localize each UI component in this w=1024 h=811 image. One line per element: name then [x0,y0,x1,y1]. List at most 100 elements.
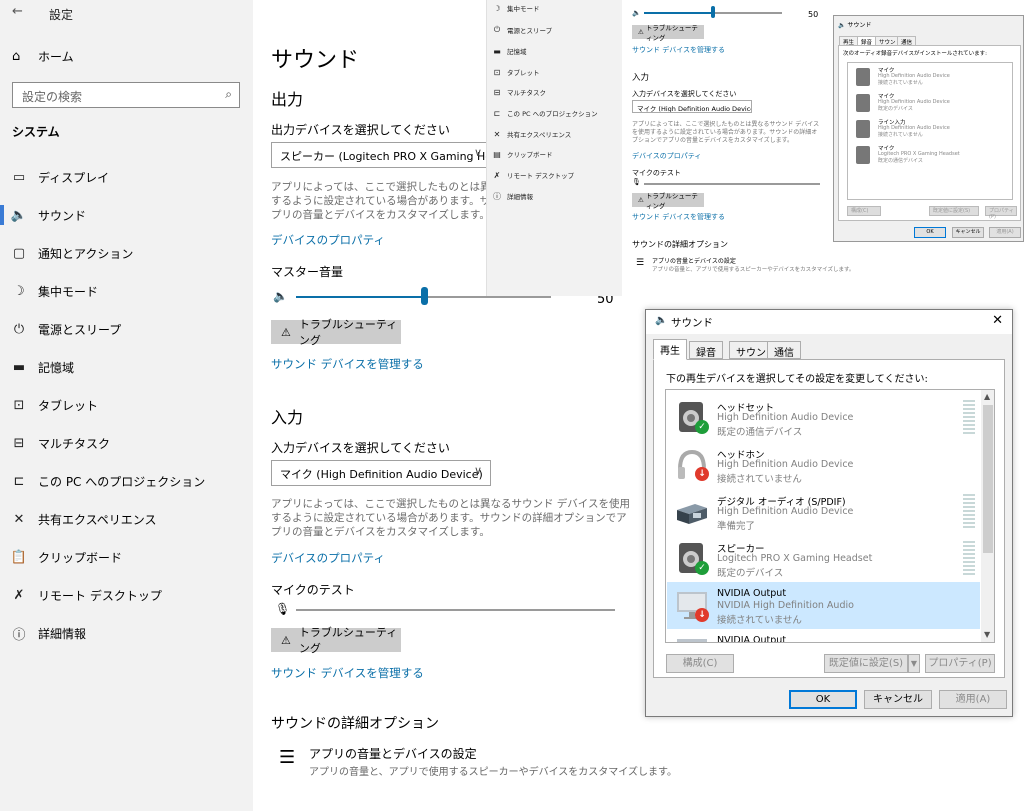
small-configure-button[interactable]: 構成(C) [847,206,881,216]
sidebar-item-projection[interactable]: ⊏ この PC へのプロジェクション [0,464,253,498]
sidebar-item-focus[interactable]: ☽ 集中モード [0,274,253,308]
input-device-select[interactable]: マイク (High Definition Audio Device) ∨ [271,460,491,486]
device-list-scrollbar[interactable]: ▲ ▼ [981,390,994,642]
sidebar-item-clipboard[interactable]: 📋 クリップボード [0,540,253,574]
scroll-down-icon[interactable]: ▼ [984,630,990,639]
dialog-body: 下の再生デバイスを選択してその設定を変更してください: ✓ ヘッドセット Hig… [653,359,1005,678]
level-meter [963,541,975,575]
configure-button[interactable]: 構成(C) [666,654,734,673]
small-device-row[interactable]: マイク Logitech PRO X Gaming Headset 既定の通信デ… [850,143,1010,169]
overlay-volume-fill [644,12,713,14]
set-default-button[interactable]: 既定値に設定(S) [824,654,908,673]
settings-sidebar: ← 設定 ⌂ ホーム 設定の検索 ⌕ システム ▭ ディスプレイ 🔈 サウンド … [0,0,253,811]
overlay-sidebar-item[interactable]: ⊡ タブレット [487,62,623,82]
overlay-volume-thumb[interactable] [711,6,715,18]
status-badge-check: ✓ [695,420,709,434]
overlay-device-properties-link[interactable]: デバイスのプロパティ [632,151,701,161]
microphone-icon [856,146,870,164]
small-device-row[interactable]: ライン入力 High Definition Audio Device 接続されて… [850,117,1010,143]
sidebar-item-label: 集中モード [38,284,99,299]
properties-button[interactable]: プロパティ(P) [925,654,995,673]
overlay-sidebar-item[interactable]: ✕ 共有エクスペリエンス [487,124,623,144]
small-cancel-button[interactable]: キャンセル [952,227,984,238]
output-device-select[interactable]: スピーカー (Logitech PRO X Gaming He... ∨ [271,142,491,168]
small-device-status: 既定の通信デバイス [878,158,923,164]
output-troubleshoot-button[interactable]: ⚠ トラブルシューティング [271,318,401,347]
small-device-row[interactable]: マイク High Definition Audio Device 既定のデバイス [850,91,1010,117]
sidebar-item-remote-desktop[interactable]: ✗ リモート デスクトップ [0,578,253,612]
ok-button[interactable]: OK [789,690,857,709]
volume-thumb[interactable] [421,287,428,305]
input-troubleshoot-button[interactable]: ⚠ トラブルシューティング [271,626,401,655]
overlay-sidebar-item[interactable]: ⊏ この PC へのプロジェクション [487,103,623,123]
small-apply-button[interactable]: 適用(A) [989,227,1021,238]
overlay-manage-link[interactable]: サウンド デバイスを管理する [632,45,725,55]
volume-fill [296,296,424,298]
small-properties-button[interactable]: プロパティ(P) [985,206,1017,220]
device-row-nvidia-output[interactable]: ↓ NVIDIA Output NVIDIA High Definition A… [667,582,980,629]
overlay-sidebar-item[interactable]: ⊟ マルチタスク [487,82,623,102]
search-icon[interactable]: ⌕ [225,87,232,102]
dialog-title-bar[interactable]: 🔈 サウンド ✕ [646,310,1012,334]
cancel-button[interactable]: キャンセル [864,690,932,709]
small-dialog-instruction: 次のオーディオ録音デバイスがインストールされています: [843,51,988,57]
sidebar-item-about[interactable]: ⓘ 詳細情報 [0,616,253,650]
set-default-dropdown-icon[interactable]: ▼ [908,654,920,673]
small-device-row[interactable]: マイク High Definition Audio Device 接続されていま… [850,65,1010,91]
device-status: 準備完了 [717,521,756,532]
sidebar-item-display[interactable]: ▭ ディスプレイ [0,160,253,194]
overlay-sidebar-label: 電源とスリープ [507,27,553,35]
tab-communications[interactable]: 通信 [767,341,801,359]
sidebar-item-shared-experiences[interactable]: ✕ 共有エクスペリエンス [0,502,253,536]
overlay-troubleshoot-button[interactable]: ⚠ トラブルシューティング [632,24,704,42]
overlay-sidebar-item[interactable]: ▬ 記憶域 [487,41,623,61]
overlay-advanced-heading: サウンドの詳細オプション [632,240,728,249]
scroll-up-icon[interactable]: ▲ [984,392,990,401]
device-row-speaker[interactable]: ✓ スピーカー Logitech PRO X Gaming Headset 既定… [667,535,980,582]
manage-sound-devices-link-2[interactable]: サウンド デバイスを管理する [271,665,424,681]
back-arrow-icon[interactable]: ← [12,4,23,19]
overlay-sidebar-item[interactable]: ▤ クリップボード [487,144,623,164]
sidebar-item-tablet[interactable]: ⊡ タブレット [0,388,253,422]
device-row-headphones[interactable]: ↓ ヘッドホン High Definition Audio Device 接続さ… [667,441,980,488]
output-device-properties-link[interactable]: デバイスのプロパティ [271,232,385,248]
sound-icon: 🔈 [10,207,28,223]
tab-recording[interactable]: 録音 [689,341,723,359]
search-input[interactable]: 設定の検索 ⌕ [12,82,240,108]
small-set-default-button[interactable]: 既定値に設定(S) [929,206,979,216]
overlay-input-device-select[interactable]: マイク (High Definition Audio Device) [632,100,752,113]
device-row-headset[interactable]: ✓ ヘッドセット High Definition Audio Device 既定… [667,394,980,441]
sidebar-item-multitask[interactable]: ⊟ マルチタスク [0,426,253,460]
sidebar-item-storage[interactable]: ▬ 記憶域 [0,350,253,384]
overlay-sidebar-item[interactable]: ✗ リモート デスクトップ [487,165,623,185]
manage-sound-devices-link[interactable]: サウンド デバイスを管理する [271,356,424,372]
overlay-input-device-value: マイク (High Definition Audio Device) [637,105,752,113]
overlay-sidebar-item[interactable]: ☽ 集中モード [487,0,623,18]
advanced-item-title: アプリの音量とデバイスの設定 [309,747,477,761]
tab-playback[interactable]: 再生 [653,339,687,360]
device-row-digital-audio[interactable]: デジタル オーディオ (S/PDIF) High Definition Audi… [667,488,980,535]
close-icon[interactable]: ✕ [992,313,1003,328]
overlay-volume-value: 50 [808,10,819,19]
remote-desktop-icon: ✗ [493,170,501,180]
small-device-list[interactable]: マイク High Definition Audio Device 接続されていま… [847,62,1013,200]
sidebar-item-home[interactable]: ⌂ ホーム [12,48,74,65]
overlay-advanced-item-title[interactable]: アプリの音量とデバイスの設定 [652,256,736,265]
troubleshoot-label: トラブルシューティング [298,318,398,347]
overlay-sidebar-item[interactable]: ⓘ 詳細情報 [487,186,623,206]
sidebar-item-notifications[interactable]: ▢ 通知とアクション [0,236,253,270]
scroll-thumb[interactable] [983,405,993,553]
device-row-nvidia-output-2[interactable]: NVIDIA Output [667,629,980,642]
overlay-troubleshoot-button-2[interactable]: ⚠ トラブルシューティング [632,192,704,210]
input-device-properties-link[interactable]: デバイスのプロパティ [271,550,385,566]
speaker-icon: 🔈 [655,315,668,326]
apply-button[interactable]: 適用(A) [939,690,1007,709]
overlay-sidebar-item[interactable]: ⏻ 電源とスリープ [487,20,623,40]
output-select-label: 出力デバイスを選択してください [271,123,450,137]
sidebar-item-sound[interactable]: 🔈 サウンド [0,198,253,232]
overlay-manage-link-2[interactable]: サウンド デバイスを管理する [632,212,725,222]
sidebar-item-power[interactable]: ⏻ 電源とスリープ [0,312,253,346]
small-ok-button[interactable]: OK [914,227,946,238]
digital-output-icon [677,504,707,524]
playback-device-list[interactable]: ✓ ヘッドセット High Definition Audio Device 既定… [665,389,995,643]
